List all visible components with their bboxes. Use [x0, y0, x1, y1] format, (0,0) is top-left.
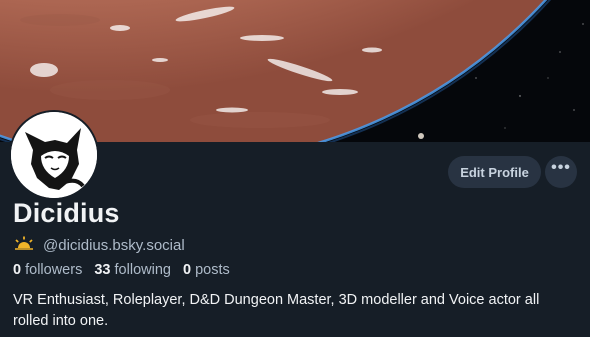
handle[interactable]: @dicidius.bsky.social — [43, 237, 185, 254]
handle-row: @dicidius.bsky.social — [14, 236, 185, 254]
sunrise-icon — [14, 236, 34, 255]
edit-profile-button[interactable]: Edit Profile — [448, 156, 541, 188]
followers-stat[interactable]: 0 followers — [13, 262, 82, 278]
profile-stats: 0 followers 33 following 0 posts — [13, 262, 230, 278]
profile-banner — [0, 0, 590, 142]
profile-bio: VR Enthusiast, Roleplayer, D&D Dungeon M… — [13, 292, 540, 329]
display-name: Dicidius — [13, 198, 120, 228]
avatar-image — [11, 112, 97, 198]
more-options-button[interactable]: ••• — [545, 156, 577, 188]
following-stat[interactable]: 33 following — [94, 262, 171, 278]
posts-stat: 0 posts — [182, 262, 230, 278]
more-dots-icon: ••• — [551, 159, 571, 176]
avatar[interactable] — [9, 110, 99, 200]
